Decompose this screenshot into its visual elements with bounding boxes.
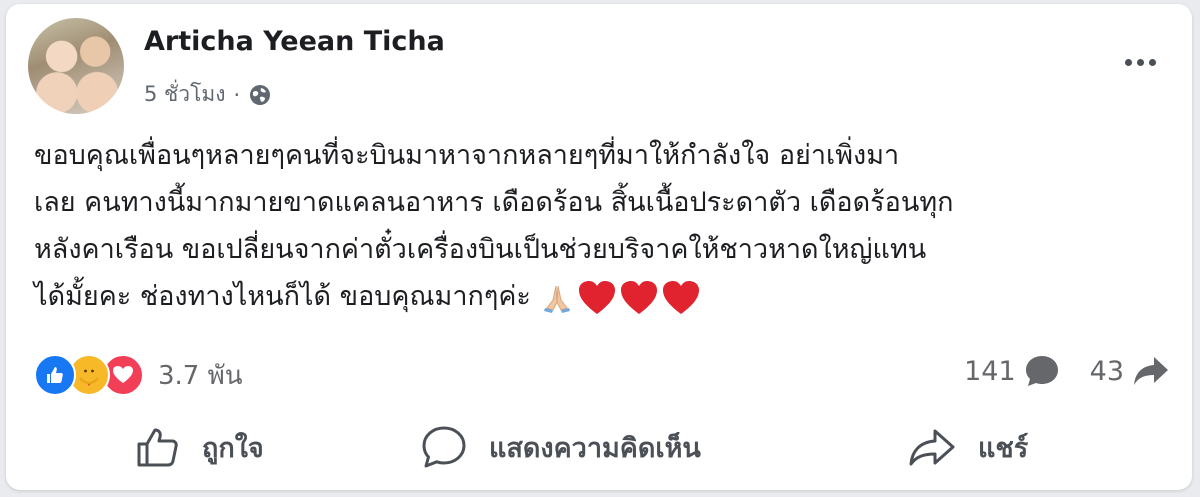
engagement-counts: 141 43 xyxy=(946,354,1170,388)
like-button[interactable]: ถูกใจ xyxy=(136,416,264,478)
meta-separator: · xyxy=(233,82,241,107)
comment-icon xyxy=(422,426,466,468)
red-heart-icon xyxy=(620,280,657,314)
like-label: ถูกใจ xyxy=(202,432,264,464)
reaction-count: 3.7 พัน xyxy=(158,360,243,391)
post-stats: 3.7 พัน 141 43 xyxy=(30,348,1170,396)
post-meta: 5 ชั่วโมง · xyxy=(144,78,272,111)
emoji-row xyxy=(539,279,701,317)
share-arrow-icon xyxy=(1134,357,1168,385)
comment-count: 141 xyxy=(964,355,1016,387)
post-header: Articha Yeean Ticha 5 ชั่วโมง · xyxy=(26,18,1166,118)
post-body: ขอบคุณเพื่อนๆหลายๆคนที่จะบินมาหาจากหลายๆ… xyxy=(34,132,1164,320)
post-line-4: ได้มั้ยคะ ช่องทางไหนก็ได้ ขอบคุณมากๆค่ะ xyxy=(34,273,1164,320)
more-options-icon[interactable] xyxy=(1118,52,1162,72)
comment-bubble-icon xyxy=(1025,356,1058,386)
thumbs-up-icon xyxy=(137,428,178,467)
share-button[interactable]: แชร์ xyxy=(908,416,1028,478)
post-line-4-text: ได้มั้ยคะ ช่องทางไหนก็ได้ ขอบคุณมากๆค่ะ xyxy=(34,281,531,312)
avatar[interactable] xyxy=(28,18,124,114)
share-count-group[interactable]: 43 xyxy=(1090,355,1170,387)
post-line-3: หลังคาเรือน ขอเปลี่ยนจากค่าตั๋วเครื่องบิ… xyxy=(34,234,927,265)
post-line-2: เลย คนทางนี้มากมายขาดแคลนอาหาร เดือดร้อน… xyxy=(34,187,954,218)
comment-button[interactable]: แสดงความคิดเห็น xyxy=(421,416,701,478)
share-icon xyxy=(909,429,955,466)
action-bar: ถูกใจ แสดงความคิดเห็น แชร์ xyxy=(26,416,1176,478)
share-count: 43 xyxy=(1089,355,1124,387)
post-time[interactable]: 5 ชั่วโมง xyxy=(144,78,225,111)
like-reaction-icon xyxy=(34,354,76,396)
reactions-summary[interactable]: 3.7 พัน xyxy=(34,354,243,396)
red-heart-icon xyxy=(662,280,699,314)
globe-icon xyxy=(250,84,271,105)
comment-label: แสดงความคิดเห็น xyxy=(489,432,701,464)
post-line-1: ขอบคุณเพื่อนๆหลายๆคนที่จะบินมาหาจากหลายๆ… xyxy=(34,140,900,171)
red-heart-icon xyxy=(578,280,615,314)
folded-hands-icon xyxy=(543,285,570,313)
author-name[interactable]: Articha Yeean Ticha xyxy=(144,26,445,57)
share-label: แชร์ xyxy=(978,432,1029,464)
comment-count-group[interactable]: 141 xyxy=(964,354,1060,388)
post-card: Articha Yeean Ticha 5 ชั่วโมง · ขอบคุณเพ… xyxy=(6,4,1192,490)
